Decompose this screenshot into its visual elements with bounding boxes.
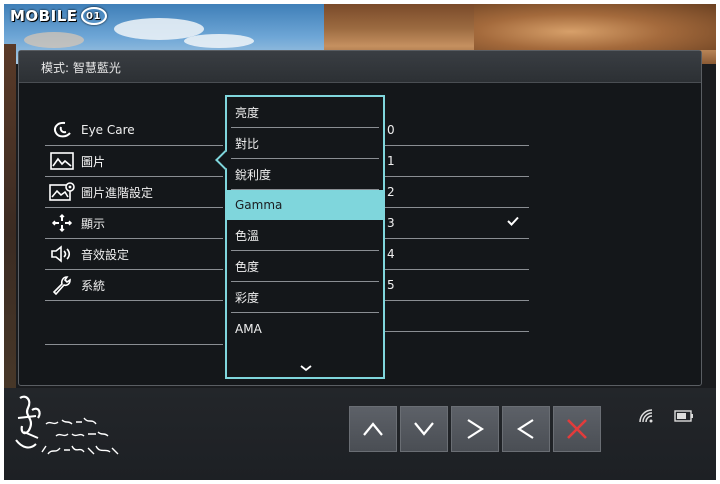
osd-header: 模式: 智慧藍光 (19, 51, 701, 83)
osd-main-menu: Eye Care 圖片 圖片進階設定 顯示 音效設定 系統 (45, 115, 223, 345)
background-rock (474, 4, 716, 50)
submenu-item-brightness[interactable]: 亮度 (231, 97, 379, 128)
background-cloud (24, 32, 84, 48)
menu-label: 系統 (81, 278, 106, 293)
gamma-option[interactable]: 0 (385, 115, 529, 146)
menu-item-display[interactable]: 顯示 (45, 208, 223, 239)
gamma-option[interactable]: 4 (385, 239, 529, 270)
exit-button[interactable] (553, 406, 601, 452)
menu-item-empty (45, 301, 223, 345)
blog-signature-watermark (15, 395, 119, 455)
menu-label: 圖片 (81, 154, 106, 169)
menu-item-picture[interactable]: 圖片 (45, 146, 223, 177)
menu-label: Eye Care (81, 123, 135, 137)
menu-label: 音效設定 (81, 247, 130, 262)
chevron-down-icon (414, 422, 434, 436)
watermark-ring: 01 (80, 7, 107, 25)
gamma-option-value: 3 (387, 216, 395, 230)
submenu-item-color-temperature[interactable]: 色溫 (231, 220, 379, 251)
watermark-text: MOBILE (10, 7, 78, 25)
menu-item-audio[interactable]: 音效設定 (45, 239, 223, 270)
menu-item-system[interactable]: 系統 (45, 270, 223, 301)
up-button[interactable] (349, 406, 397, 452)
mobile01-watermark: MOBILE 01 (10, 6, 107, 26)
chevron-left-icon (516, 419, 534, 439)
down-button[interactable] (400, 406, 448, 452)
chevron-down-icon[interactable] (299, 363, 313, 373)
speaker-icon (49, 244, 75, 264)
picture-icon (49, 151, 75, 171)
checkmark-icon (507, 216, 519, 226)
eye-care-icon (49, 120, 75, 140)
chevron-right-icon (467, 419, 485, 439)
back-button[interactable] (502, 406, 550, 452)
menu-label: 圖片進階設定 (81, 185, 154, 200)
submenu-item-ama[interactable]: AMA (231, 313, 379, 344)
screenshot-frame: MOBILE 01 模式: 智慧藍光 Eye Care 圖片 圖片進階設定 顯示… (4, 4, 716, 480)
wrench-icon (49, 275, 75, 295)
display-icon (49, 213, 75, 233)
gamma-option[interactable]: 2 (385, 177, 529, 208)
enter-button[interactable] (451, 406, 499, 452)
chevron-up-icon (363, 422, 383, 436)
submenu-item-hue[interactable]: 色度 (231, 251, 379, 282)
gamma-option-selected[interactable]: 3 (385, 208, 529, 239)
osd-mode-title: 模式: 智慧藍光 (41, 61, 121, 75)
gamma-values: 0 1 2 3 4 5 (385, 115, 529, 332)
picture-submenu: 亮度 對比 銳利度 Gamma 色溫 色度 彩度 AMA (215, 95, 385, 379)
submenu-item-gamma[interactable]: Gamma (227, 190, 383, 220)
close-icon (567, 419, 587, 439)
wireless-icon (636, 406, 656, 426)
gamma-option[interactable]: 1 (385, 146, 529, 177)
gamma-option-empty (385, 301, 529, 332)
submenu-item-sharpness[interactable]: 銳利度 (231, 159, 379, 190)
osd-control-buttons (349, 406, 601, 452)
submenu-item-contrast[interactable]: 對比 (231, 128, 379, 159)
background-cloud (184, 34, 254, 48)
gamma-option[interactable]: 5 (385, 270, 529, 301)
menu-label: 顯示 (81, 216, 106, 231)
osd-panel: 模式: 智慧藍光 Eye Care 圖片 圖片進階設定 顯示 音效設定 系統 亮… (18, 50, 702, 386)
menu-item-eye-care[interactable]: Eye Care (45, 115, 223, 146)
submenu-item-saturation[interactable]: 彩度 (231, 282, 379, 313)
background-edge (4, 44, 16, 424)
menu-item-picture-advanced[interactable]: 圖片進階設定 (45, 177, 223, 208)
picture-advanced-icon (49, 182, 75, 202)
battery-icon (672, 406, 696, 426)
